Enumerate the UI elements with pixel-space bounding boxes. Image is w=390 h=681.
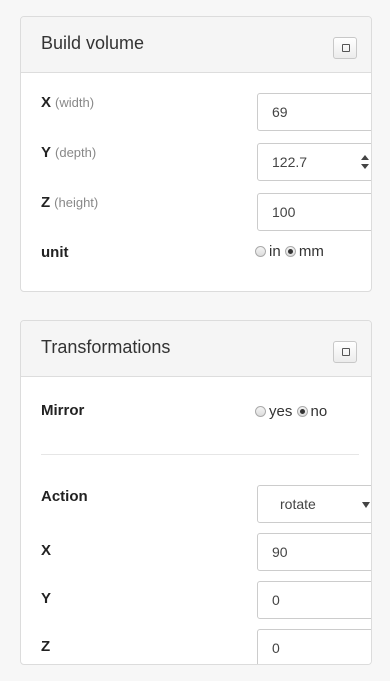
transformations-collapse-button[interactable] xyxy=(333,341,357,363)
depth-value: 122.7 xyxy=(272,154,308,170)
height-row: Z (height) 100 xyxy=(41,193,371,233)
unit-mm-label: mm xyxy=(298,243,324,260)
divider xyxy=(41,454,359,455)
mirror-no-radio[interactable] xyxy=(296,406,308,417)
unit-radio-group: in mm xyxy=(255,243,324,260)
height-input[interactable]: 100 xyxy=(257,193,371,231)
mirror-no-label: no xyxy=(310,403,328,420)
transformations-title: Transformations xyxy=(41,337,171,357)
build-volume-title: Build volume xyxy=(41,33,145,53)
mirror-row: Mirror yes no xyxy=(41,401,359,441)
spinner-arrows-icon[interactable] xyxy=(360,155,370,169)
mirror-label: Mirror xyxy=(41,402,85,419)
action-label: Action xyxy=(41,488,88,505)
unit-label: unit xyxy=(41,244,69,261)
action-row: Action rotate xyxy=(41,485,371,525)
square-icon xyxy=(342,348,350,356)
action-selected-value: rotate xyxy=(280,496,316,512)
rotate-x-row: X 90 xyxy=(41,533,371,573)
rotate-z-input[interactable]: 0 xyxy=(257,629,371,664)
depth-row: Y (depth) 122.7 xyxy=(41,143,371,183)
transformations-header: Transformations xyxy=(21,321,371,377)
depth-label: Y (depth) xyxy=(41,144,97,161)
action-select[interactable]: rotate xyxy=(257,485,371,523)
square-icon xyxy=(342,44,350,52)
rotate-x-label: X xyxy=(41,542,52,559)
unit-in-radio[interactable] xyxy=(255,246,266,257)
build-volume-collapse-button[interactable] xyxy=(333,37,357,59)
unit-row: unit in mm xyxy=(41,243,359,283)
unit-in-label: in xyxy=(269,243,281,260)
mirror-yes-radio[interactable] xyxy=(255,406,266,417)
build-volume-panel: Build volume X (width) 69 Y (depth) 122.7 … xyxy=(20,16,372,292)
mirror-yes-label: yes xyxy=(269,403,293,420)
build-volume-header: Build volume xyxy=(21,17,371,73)
width-label: X (width) xyxy=(41,94,95,111)
rotate-x-input[interactable]: 90 xyxy=(257,533,371,571)
chevron-down-icon xyxy=(362,502,370,508)
height-label: Z (height) xyxy=(41,194,99,211)
width-row: X (width) 69 xyxy=(41,93,371,133)
rotate-y-input[interactable]: 0 xyxy=(257,581,371,619)
transformations-panel: Transformations Mirror yes no Action rot… xyxy=(20,320,372,665)
rotate-z-row: Z 0 xyxy=(41,629,371,664)
unit-mm-radio[interactable] xyxy=(284,246,296,257)
width-input[interactable]: 69 xyxy=(257,93,371,131)
mirror-radio-group: yes no xyxy=(255,403,327,420)
rotate-z-label: Z xyxy=(41,638,51,655)
depth-input[interactable]: 122.7 xyxy=(257,143,371,181)
rotate-y-label: Y xyxy=(41,590,52,607)
rotate-y-row: Y 0 xyxy=(41,581,371,621)
